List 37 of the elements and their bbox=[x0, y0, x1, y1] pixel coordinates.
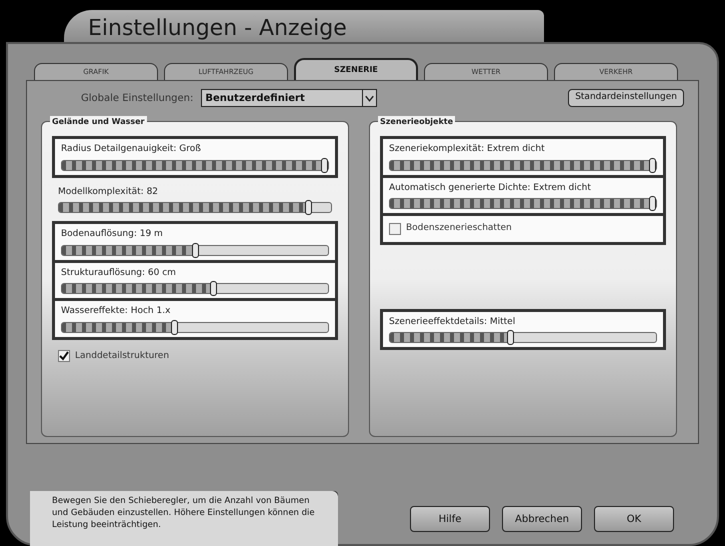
slider-track[interactable] bbox=[61, 322, 329, 332]
checkbox-label: Bodenszenerieschatten bbox=[406, 222, 512, 235]
dropdown-arrow-icon bbox=[362, 90, 376, 106]
tab[interactable]: SZENERIE bbox=[294, 58, 418, 80]
slider-label: Bodenauflösung: 19 m bbox=[61, 228, 164, 241]
slider-thumb[interactable] bbox=[170, 320, 178, 334]
dialog-button[interactable]: OK bbox=[594, 506, 674, 532]
slider-label: Modellkomplexität: 82 bbox=[58, 186, 160, 198]
slider-track[interactable] bbox=[61, 244, 329, 256]
group-title: Szenerieobjekte bbox=[378, 116, 456, 128]
checkmark-icon bbox=[59, 351, 69, 362]
slider-thumb[interactable] bbox=[321, 158, 328, 172]
default-settings-button[interactable]: Standardeinstellungen bbox=[568, 89, 684, 107]
help-text: Bewegen Sie den Schieberegler, um die Anzahl von Bäumen und Gebäuden einzustellen. Höhere Einstellungen können die Leistung beeinträchtigen. bbox=[30, 491, 338, 546]
checkbox-label: Landdetailstrukturen bbox=[75, 350, 170, 362]
slider-label: Strukturauflösung: 60 cm bbox=[61, 266, 177, 280]
checkbox[interactable] bbox=[58, 350, 70, 362]
slider-thumb[interactable] bbox=[649, 158, 656, 172]
slider-thumb[interactable] bbox=[210, 281, 217, 296]
dialog-button[interactable]: Abbrechen bbox=[502, 506, 582, 532]
slider-track[interactable] bbox=[58, 202, 332, 213]
slider-thumb[interactable] bbox=[649, 196, 656, 211]
slider-label: Automatisch generierte Dichte: Extrem dicht bbox=[389, 182, 592, 194]
slider-track[interactable] bbox=[61, 283, 329, 294]
checkbox[interactable] bbox=[389, 222, 401, 235]
slider-track[interactable] bbox=[389, 332, 657, 343]
slider-thumb[interactable] bbox=[192, 242, 198, 258]
slider-thumb[interactable] bbox=[305, 200, 312, 215]
slider-label: Szenerieeffektdetails: Mittel bbox=[389, 316, 516, 328]
dialog-button[interactable]: Hilfe bbox=[410, 506, 490, 532]
preset-dropdown[interactable]: Benutzerdefiniert bbox=[201, 89, 378, 107]
slider-thumb[interactable] bbox=[506, 330, 514, 345]
slider-label: Wassereffekte: Hoch 1.x bbox=[61, 305, 172, 318]
slider-label: Szeneriekomplexität: Extrem dicht bbox=[389, 143, 546, 156]
window-title: Einstellungen - Anzeige bbox=[64, 10, 544, 42]
global-settings-label: Globale Einstellungen: bbox=[81, 92, 194, 106]
slider-label: Radius Detailgenauigkeit: Groß bbox=[61, 143, 202, 156]
